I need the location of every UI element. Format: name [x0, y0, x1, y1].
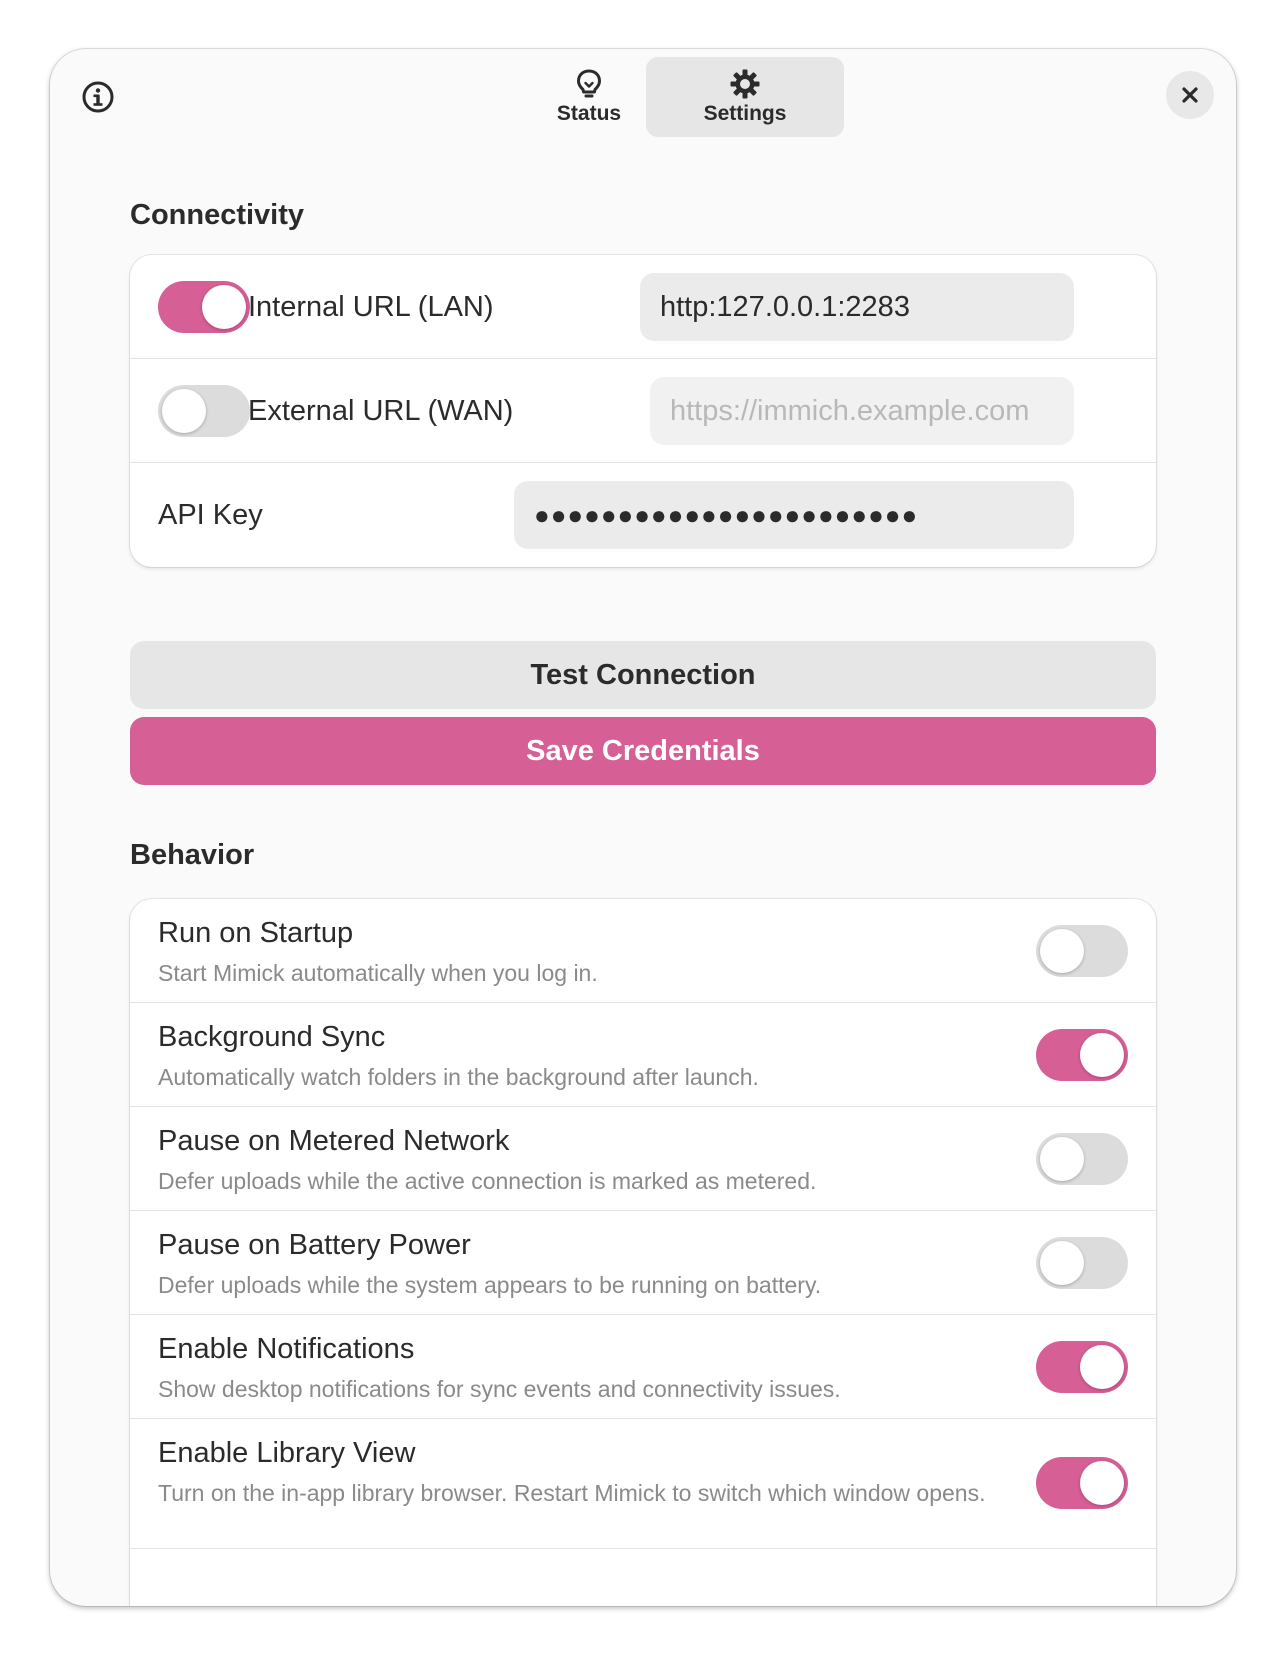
- gear-icon: [730, 69, 760, 99]
- tab-status-label: Status: [556, 102, 622, 125]
- notifications-title: Enable Notifications: [158, 1333, 415, 1365]
- background-sync-title: Background Sync: [158, 1021, 386, 1053]
- pause-battery-toggle[interactable]: [1036, 1237, 1128, 1289]
- internal-url-label: Internal URL (LAN): [248, 290, 494, 323]
- toggle-knob: [1080, 1461, 1124, 1505]
- toggle-knob: [1040, 1137, 1084, 1181]
- pause-metered-row: Pause on Metered Network Defer uploads w…: [130, 1107, 1156, 1211]
- api-key-input[interactable]: ●●●●●●●●●●●●●●●●●●●●●●●: [514, 481, 1074, 549]
- test-connection-button[interactable]: Test Connection: [130, 641, 1156, 709]
- background-sync-row: Background Sync Automatically watch fold…: [130, 1003, 1156, 1107]
- library-view-row: Enable Library View Turn on the in-app l…: [130, 1419, 1156, 1549]
- pause-battery-title: Pause on Battery Power: [158, 1229, 471, 1261]
- external-url-label: External URL (WAN): [248, 394, 514, 427]
- toggle-knob: [1080, 1033, 1124, 1077]
- notifications-row: Enable Notifications Show desktop notifi…: [130, 1315, 1156, 1419]
- run-on-startup-toggle[interactable]: [1036, 925, 1128, 977]
- background-sync-toggle[interactable]: [1036, 1029, 1128, 1081]
- settings-window: Status Settings Connectivity Internal UR…: [50, 49, 1236, 1606]
- pause-metered-description: Defer uploads while the active connectio…: [158, 1168, 817, 1194]
- tab-settings[interactable]: Settings: [646, 57, 844, 137]
- behavior-card: Run on Startup Start Mimick automaticall…: [130, 899, 1156, 1606]
- connectivity-card: Internal URL (LAN) http:127.0.0.1:2283 E…: [130, 255, 1156, 567]
- background-sync-description: Automatically watch folders in the backg…: [158, 1064, 759, 1090]
- toggle-knob: [202, 285, 246, 329]
- internal-url-input[interactable]: http:127.0.0.1:2283: [640, 273, 1074, 341]
- run-on-startup-row: Run on Startup Start Mimick automaticall…: [130, 899, 1156, 1003]
- toggle-knob: [1080, 1345, 1124, 1389]
- internal-url-toggle[interactable]: [158, 281, 250, 333]
- library-view-title: Enable Library View: [158, 1437, 416, 1469]
- notifications-description: Show desktop notifications for sync even…: [158, 1376, 841, 1402]
- api-key-row: API Key ●●●●●●●●●●●●●●●●●●●●●●●: [130, 463, 1156, 567]
- notifications-toggle[interactable]: [1036, 1341, 1128, 1393]
- behavior-heading: Behavior: [130, 839, 255, 871]
- tab-settings-label: Settings: [703, 102, 787, 125]
- library-view-description: Turn on the in-app library browser. Rest…: [158, 1480, 986, 1506]
- external-url-toggle[interactable]: [158, 385, 250, 437]
- toggle-knob: [162, 389, 206, 433]
- toggle-knob: [1040, 929, 1084, 973]
- run-on-startup-description: Start Mimick automatically when you log …: [158, 960, 598, 986]
- lightbulb-icon: [577, 69, 601, 98]
- pause-battery-description: Defer uploads while the system appears t…: [158, 1272, 822, 1298]
- pause-battery-row: Pause on Battery Power Defer uploads whi…: [130, 1211, 1156, 1315]
- run-on-startup-title: Run on Startup: [158, 917, 354, 949]
- pause-metered-toggle[interactable]: [1036, 1133, 1128, 1185]
- internal-url-row: Internal URL (LAN) http:127.0.0.1:2283: [130, 255, 1156, 359]
- view-switcher: Status Settings: [50, 57, 1236, 137]
- library-view-toggle[interactable]: [1036, 1457, 1128, 1509]
- toggle-knob: [1040, 1241, 1084, 1285]
- save-credentials-button[interactable]: Save Credentials: [130, 717, 1156, 785]
- external-url-row: External URL (WAN) https://immich.exampl…: [130, 359, 1156, 463]
- pause-metered-title: Pause on Metered Network: [158, 1125, 510, 1157]
- api-key-label: API Key: [158, 498, 263, 531]
- external-url-input[interactable]: https://immich.example.com: [650, 377, 1074, 445]
- close-icon: [1182, 87, 1198, 103]
- connectivity-heading: Connectivity: [130, 199, 305, 231]
- close-button[interactable]: [1166, 71, 1214, 119]
